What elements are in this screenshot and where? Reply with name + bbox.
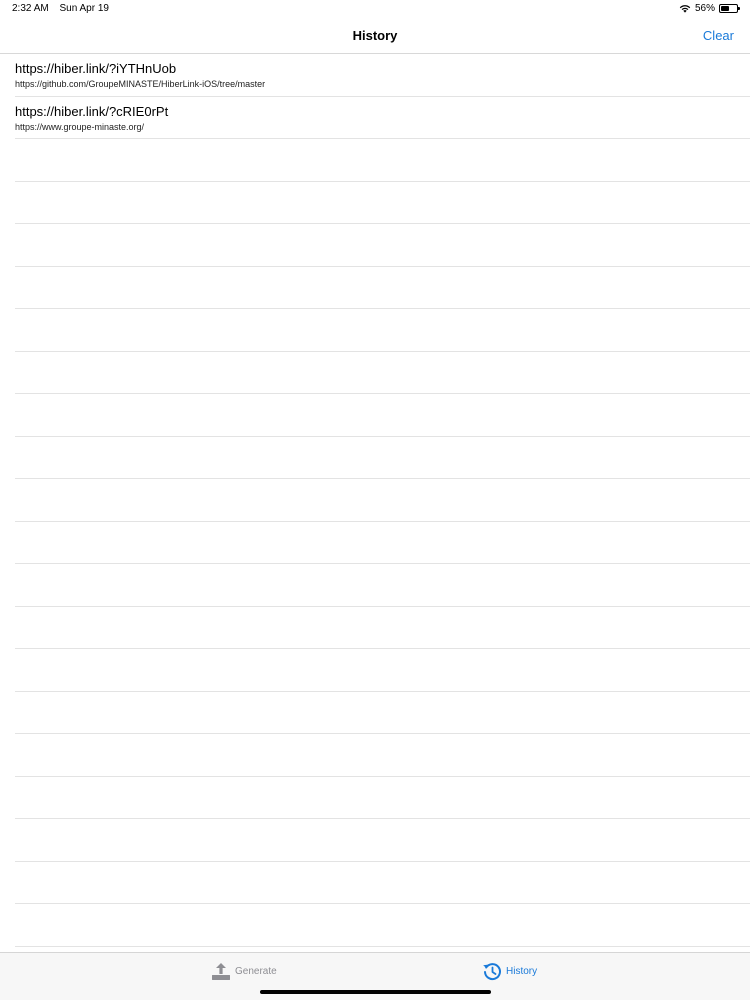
empty-row [15,394,750,437]
empty-row [15,267,750,309]
clear-button[interactable]: Clear [703,28,734,43]
status-time: 2:32 AM [12,3,49,14]
battery-level [721,6,730,11]
empty-row [15,904,750,947]
short-link: https://hiber.link/?cRIE0rPt [15,103,169,119]
empty-row [15,437,750,479]
empty-row [15,522,750,564]
battery-percent: 56% [694,3,715,14]
status-bar: 2:32 AM Sun Apr 19 56% [0,0,750,18]
status-right: 56% [679,3,740,14]
empty-row [15,649,750,692]
wifi-icon [679,4,691,13]
tab-history[interactable]: History [482,962,537,981]
empty-row [15,182,750,224]
navigation-bar: History Clear [0,18,750,54]
empty-row [15,692,750,734]
empty-row [15,309,750,352]
upload-icon [211,962,231,981]
page-title: History [352,28,398,43]
empty-row [15,777,750,819]
history-screen: 2:32 AM Sun Apr 19 56% History Clear htt… [0,0,750,1000]
status-left: 2:32 AM Sun Apr 19 [12,3,117,14]
tab-generate-label: Generate [235,966,277,977]
tab-generate[interactable]: Generate [211,962,277,981]
status-date: Sun Apr 19 [59,3,109,14]
battery-icon [719,4,740,13]
empty-row [15,564,750,607]
target-url: https://www.groupe-minaste.org/ [15,121,145,132]
list-item[interactable]: https://hiber.link/?iYTHnUob https://git… [15,54,750,97]
history-icon [482,962,502,981]
tab-history-label: History [506,966,538,977]
empty-row [15,607,750,649]
history-list[interactable]: https://hiber.link/?iYTHnUob https://git… [0,54,750,952]
target-url: https://github.com/GroupeMINASTE/HiberLi… [15,79,266,89]
short-link: https://hiber.link/?iYTHnUob [15,61,177,76]
empty-row [15,819,750,862]
empty-row [15,862,750,904]
empty-row [15,734,750,777]
empty-row [15,479,750,522]
list-item[interactable]: https://hiber.link/?cRIE0rPt https://www… [15,97,750,139]
home-indicator [260,990,491,994]
empty-row [15,139,750,182]
empty-row [15,224,750,267]
empty-row [15,352,750,394]
